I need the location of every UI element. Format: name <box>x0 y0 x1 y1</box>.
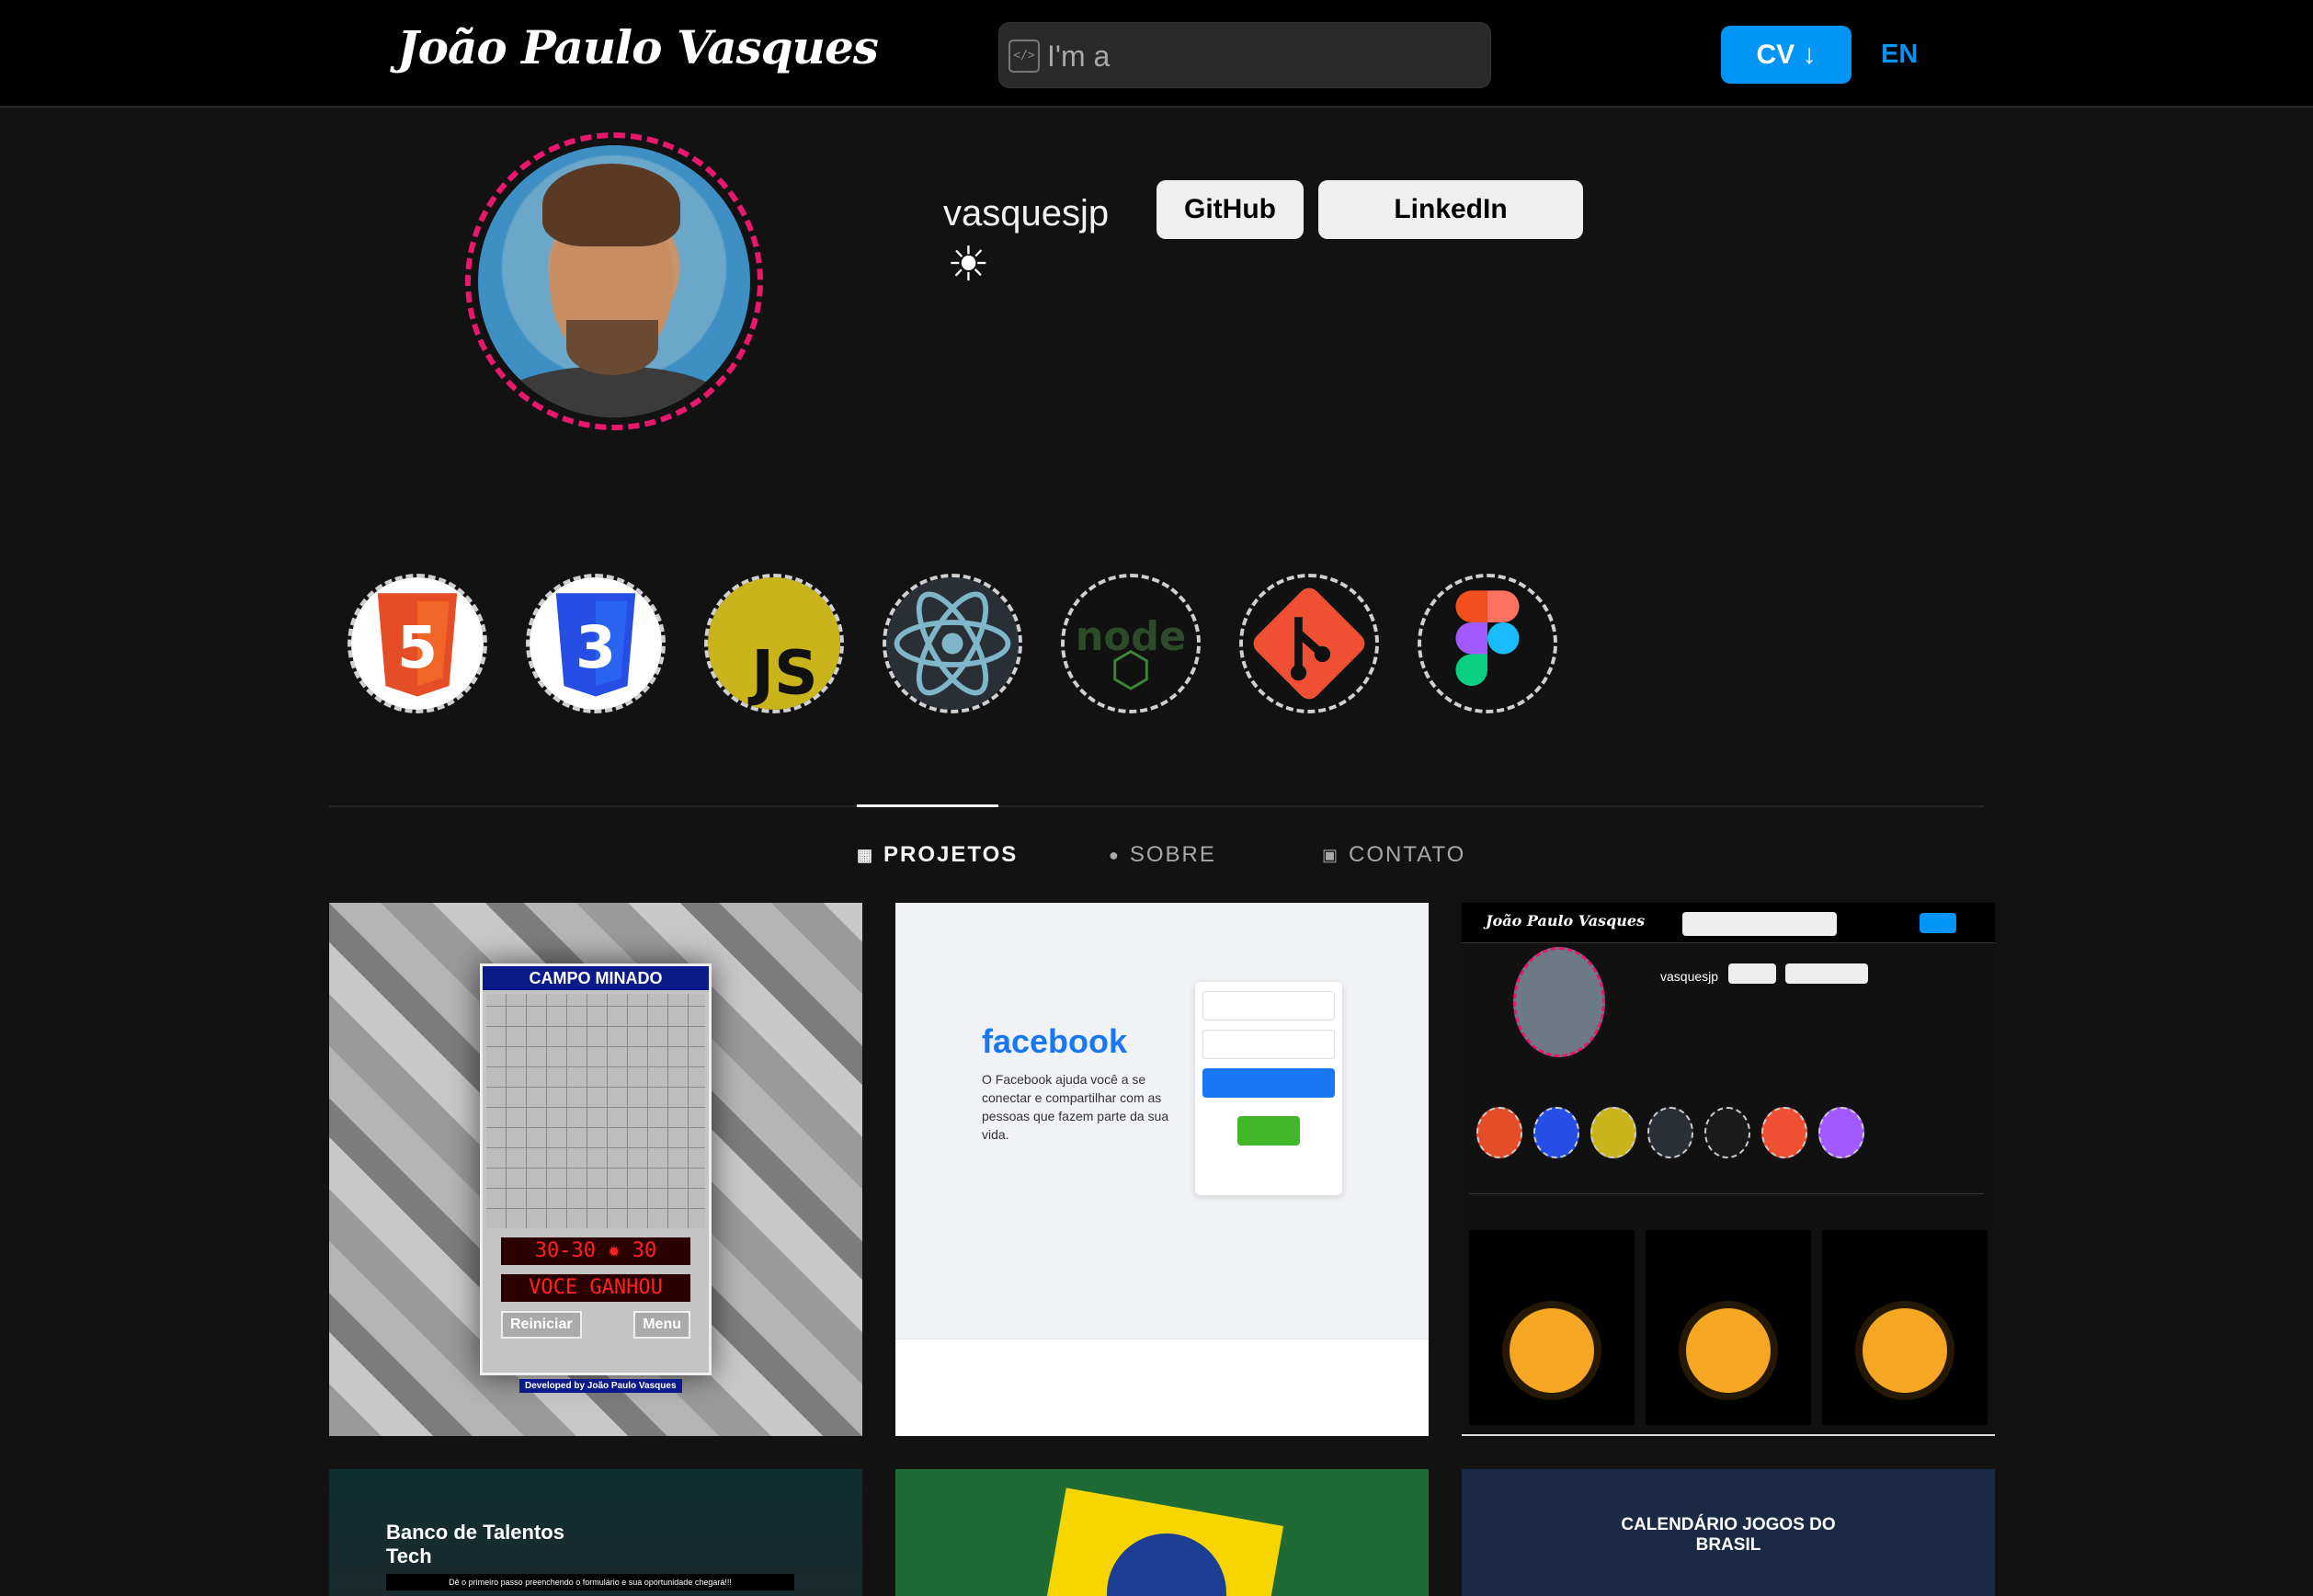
project-card-facebook[interactable]: facebook O Facebook ajuda você a se cone… <box>895 903 1429 1436</box>
facebook-login-box <box>1195 982 1342 1195</box>
svg-text:3: 3 <box>575 613 616 681</box>
typed-text: I'm a <box>1047 40 1111 73</box>
minesweeper-message: VOCE GANHOU <box>501 1274 690 1302</box>
tab-contato[interactable]: ▣ CONTATO <box>1322 842 1465 868</box>
menu-label: Menu <box>633 1311 690 1339</box>
tab-label: SOBRE <box>1129 842 1216 867</box>
react-icon[interactable] <box>883 574 1022 713</box>
talents-title: Banco de Talentos Tech <box>386 1521 564 1568</box>
javascript-icon[interactable]: JS <box>704 574 844 713</box>
contact-icon: ▣ <box>1322 845 1340 864</box>
talents-subtitle: Dê o primeiro passo preenchendo o formul… <box>386 1574 794 1590</box>
typing-banner: </> I'm a <box>998 22 1491 88</box>
tab-projetos[interactable]: ▦ PROJETOS <box>857 842 1018 868</box>
top-navbar: João Paulo Vasques </> I'm a CV ↓ EN <box>0 0 2313 108</box>
tab-label: CONTATO <box>1349 842 1466 867</box>
calendar-title: CALENDÁRIO JOGOS DO BRASIL <box>1621 1515 1836 1555</box>
minesweeper-grid <box>486 994 705 1228</box>
minesweeper-title: CAMPO MINADO <box>483 966 709 990</box>
avatar <box>465 132 763 430</box>
minesweeper-credit: Developed by João Paulo Vasques <box>519 1379 682 1393</box>
active-tab-indicator <box>857 804 998 807</box>
project-card-minesweeper[interactable]: CAMPO MINADO 30-30 ✹ 30 VOCE GANHOU Rein… <box>329 903 862 1436</box>
tab-sobre[interactable]: ● SOBRE <box>1109 842 1216 868</box>
info-icon: ● <box>1109 845 1121 864</box>
git-icon[interactable] <box>1239 574 1379 713</box>
html5-icon[interactable]: 5 <box>348 574 487 713</box>
project-card-talents[interactable]: Banco de Talentos Tech Dê o primeiro pas… <box>329 1469 862 1596</box>
minesweeper-counter: 30-30 ✹ 30 <box>501 1237 690 1265</box>
project-card-portfolio[interactable]: João Paulo Vasques vasquesjp <box>1462 903 1995 1436</box>
tab-label: PROJETOS <box>883 842 1019 867</box>
avatar-image <box>478 145 750 417</box>
mini-username: vasquesjp <box>1660 969 1719 984</box>
restart-label: Reiniciar <box>501 1311 582 1339</box>
project-card-calendar[interactable]: CALENDÁRIO JOGOS DO BRASIL <box>1462 1469 1995 1596</box>
code-icon: </> <box>1008 40 1040 73</box>
facebook-footer <box>895 1339 1429 1436</box>
grid-icon: ▦ <box>857 845 875 864</box>
svg-text:5: 5 <box>397 613 438 681</box>
app-root: João Paulo Vasques </> I'm a CV ↓ EN vas… <box>0 0 2313 1596</box>
linkedin-button[interactable]: LinkedIn <box>1318 180 1583 239</box>
mini-avatar <box>1513 947 1605 1057</box>
facebook-logo: facebook <box>982 1022 1128 1060</box>
github-button[interactable]: GitHub <box>1156 180 1304 239</box>
facebook-tagline: O Facebook ajuda você a se conectar e co… <box>982 1072 1169 1142</box>
svg-text:JS: JS <box>747 638 817 709</box>
language-toggle[interactable]: EN <box>1881 40 1918 70</box>
section-divider <box>329 805 1984 807</box>
brand-logo[interactable]: João Paulo Vasques <box>397 20 879 74</box>
css3-icon[interactable]: 3 <box>526 574 666 713</box>
sun-icon[interactable]: ☀ <box>947 241 990 289</box>
mini-brand: João Paulo Vasques <box>1486 912 1646 929</box>
project-card-brazil[interactable] <box>895 1469 1429 1596</box>
minesweeper-preview: CAMPO MINADO 30-30 ✹ 30 VOCE GANHOU Rein… <box>480 963 712 1393</box>
download-cv-button[interactable]: CV ↓ <box>1721 26 1852 84</box>
figma-icon[interactable] <box>1418 574 1557 713</box>
nodejs-icon[interactable]: node <box>1061 574 1201 713</box>
profile-username: vasquesjp <box>943 193 1110 234</box>
svg-text:node: node <box>1076 614 1187 660</box>
